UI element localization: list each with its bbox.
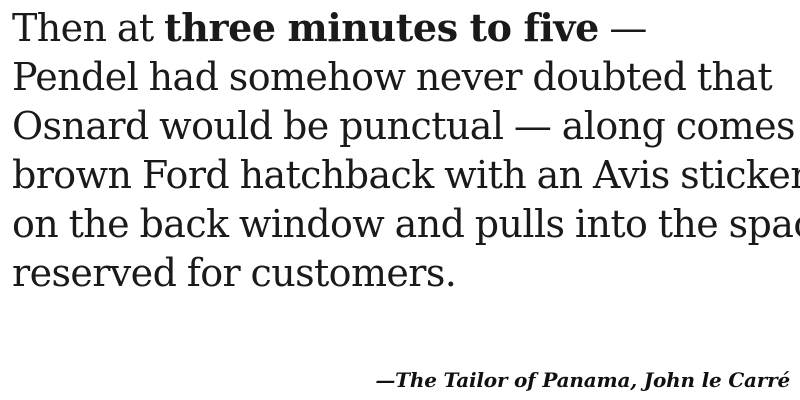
quote-line-5: on the back window and pulls into the sp…	[12, 202, 800, 246]
quote-page: Then at three minutes to five — Pendel h…	[0, 0, 800, 400]
quote-emphasis: three minutes to five	[164, 5, 599, 50]
quote-line-1: Then at three minutes to five —	[12, 3, 792, 53]
quote-line-6: reserved for customers.	[12, 251, 457, 295]
attribution-separator: ,	[630, 368, 644, 392]
quote-line-1-end: —	[598, 6, 647, 50]
quote-line-2: Pendel had somehow never doubted that	[12, 55, 773, 99]
attribution: —The Tailor of Panama, John le Carré	[375, 366, 790, 394]
quote-line-1-start: Then at	[12, 6, 165, 50]
author-name: John le Carré	[643, 368, 790, 392]
book-title: The Tailor of Panama	[395, 368, 631, 392]
attribution-dash: —	[375, 368, 396, 392]
quote-text: Then at three minutes to five — Pendel h…	[12, 0, 800, 298]
quote-line-4: brown Ford hatchback with an Avis sticke…	[12, 153, 800, 197]
quote-line-3: Osnard would be punctual — along comes a	[12, 104, 800, 148]
